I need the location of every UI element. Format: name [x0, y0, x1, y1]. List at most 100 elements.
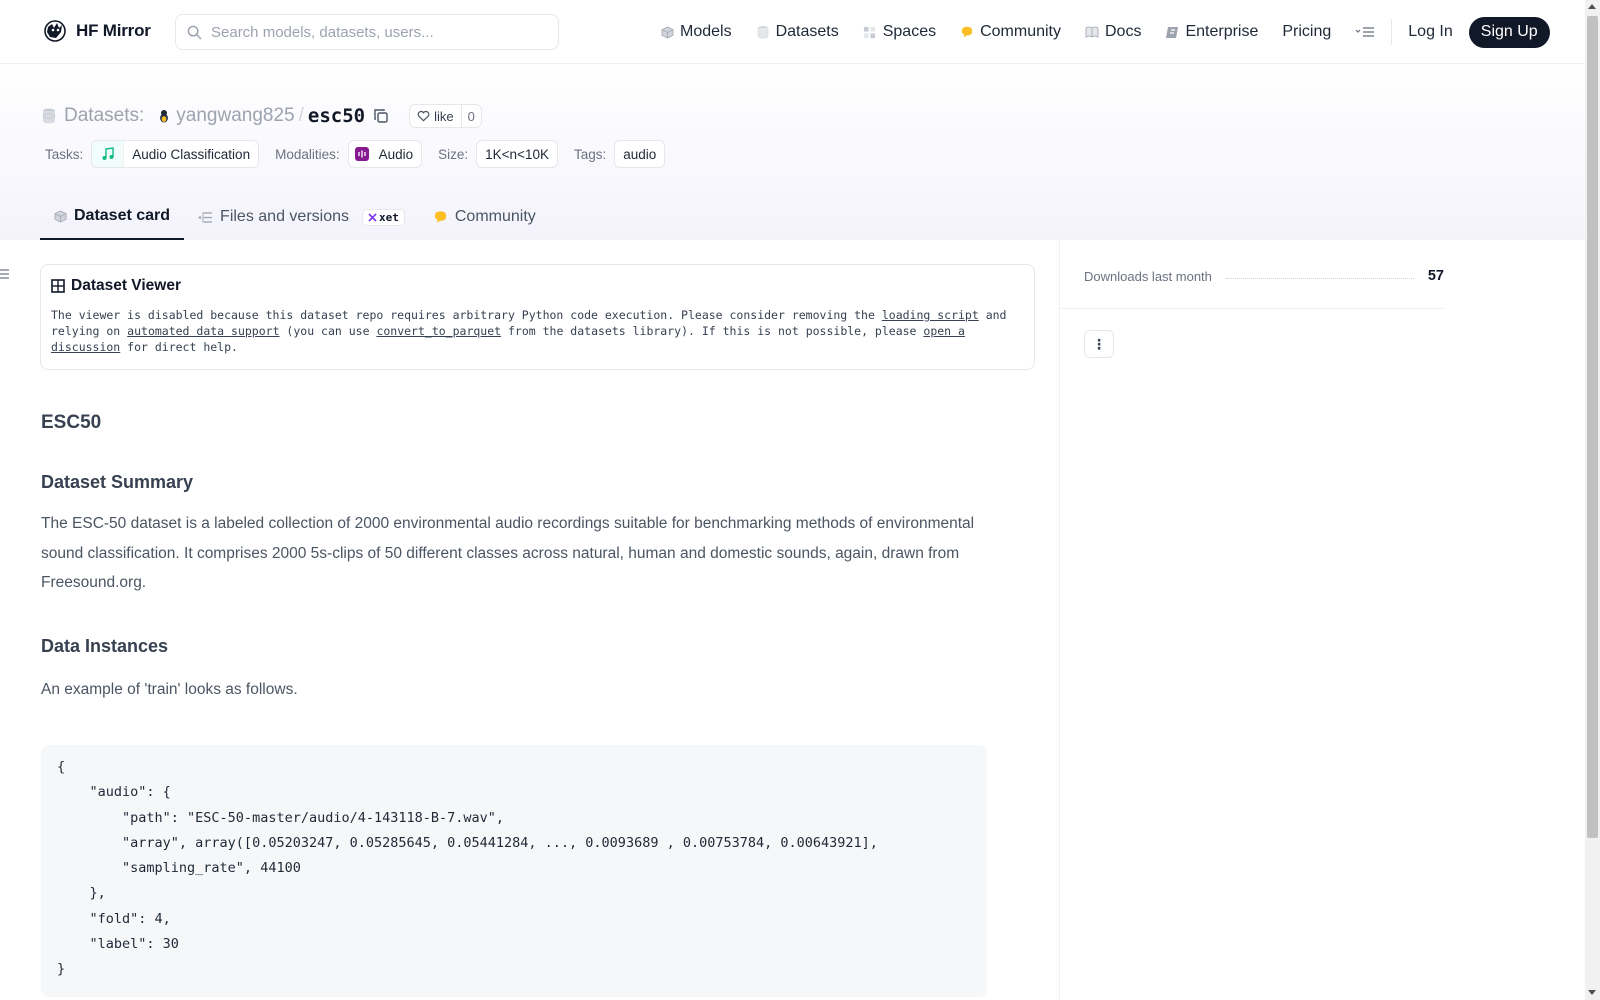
- tab-label: Community: [454, 208, 536, 225]
- more-options-button[interactable]: ⋮: [1084, 330, 1114, 358]
- grid-icon: [863, 25, 877, 39]
- tasks-label: Tasks:: [45, 146, 84, 162]
- like-action[interactable]: like: [410, 105, 462, 127]
- size-label: Size:: [438, 146, 469, 162]
- menu-list-icon: [1355, 25, 1375, 39]
- tag-text: Audio: [378, 146, 414, 162]
- breadcrumb: Datasets: yangwang825 / esc50 like 0: [42, 104, 482, 128]
- nav-link-label: Datasets: [775, 23, 839, 40]
- downloads-label: Downloads last month: [1084, 268, 1212, 284]
- nav-link-datasets[interactable]: Datasets: [756, 23, 839, 41]
- viewer-title-row: Dataset Viewer: [51, 277, 1024, 295]
- section-label[interactable]: Datasets:: [64, 105, 144, 127]
- dataset-header: Datasets: yangwang825 / esc50 like 0 Tas…: [0, 64, 1585, 240]
- xet-badge: xet: [362, 208, 405, 226]
- top-navbar: HF Mirror Models Datasets Spaces: [0, 0, 1585, 64]
- audio-wave-icon: [348, 141, 375, 167]
- enterprise-icon: [1165, 25, 1179, 39]
- tag-bar: Tasks: Audio Classification Modalities: …: [45, 140, 681, 168]
- table-icon: [51, 279, 65, 293]
- viewer-title: Dataset Viewer: [71, 277, 181, 294]
- summary-heading: Dataset Summary: [41, 472, 194, 492]
- scroll-up-arrow-icon[interactable]: [1588, 4, 1596, 9]
- brand-logo[interactable]: HF Mirror: [42, 18, 151, 44]
- nav-link-label: Community: [980, 23, 1061, 40]
- user-avatar: [160, 110, 169, 123]
- modalities-label: Modalities:: [275, 146, 340, 162]
- viewer-msg-text: The viewer is disabled because this data…: [51, 308, 882, 322]
- tag-text: audio: [623, 146, 657, 162]
- tab-community[interactable]: Community: [419, 194, 550, 240]
- nav-links: Models Datasets Spaces Community Docs En…: [660, 16, 1550, 48]
- dotted-leader: [1225, 277, 1414, 279]
- database-icon: [756, 25, 770, 39]
- nav-link-label: Docs: [1105, 23, 1142, 40]
- tag-text: 1K<n<10K: [485, 146, 549, 162]
- tag-text: Audio Classification: [132, 146, 251, 162]
- like-count[interactable]: 0: [462, 109, 481, 124]
- code-example: { "audio": { "path": "ESC-50-master/audi…: [57, 759, 878, 978]
- dataset-viewer-panel: Dataset Viewer The viewer is disabled be…: [40, 264, 1035, 370]
- files-tree-icon: [198, 211, 213, 223]
- sidebar-divider-vertical: [1059, 240, 1060, 1000]
- page-scrollbar[interactable]: [1585, 0, 1600, 1000]
- viewer-msg-text: (you can use: [279, 324, 377, 338]
- tab-files-and-versions[interactable]: Files and versions xet: [184, 194, 419, 240]
- tag-audio[interactable]: audio: [614, 140, 666, 168]
- nav-divider: [1391, 19, 1393, 45]
- viewer-message: The viewer is disabled because this data…: [51, 307, 1024, 355]
- book-icon: [1085, 25, 1099, 39]
- dataset-tabs: Dataset card Files and versions xet Comm…: [40, 194, 550, 240]
- nav-link-docs[interactable]: Docs: [1085, 23, 1141, 41]
- card-title: ESC50: [41, 412, 102, 433]
- nav-link-pricing[interactable]: Pricing: [1282, 23, 1331, 41]
- toc-toggle-icon[interactable]: [0, 268, 9, 283]
- automated-data-support-link[interactable]: automated data support: [127, 324, 279, 338]
- music-note-icon: [92, 141, 125, 167]
- summary-text: The ESC-50 dataset is a labeled collecti…: [41, 515, 975, 591]
- downloads-value: 57: [1427, 268, 1444, 284]
- search-box[interactable]: [175, 14, 559, 50]
- heart-icon: [417, 110, 430, 122]
- xet-badge-text: xet: [379, 210, 399, 224]
- search-input[interactable]: [211, 23, 541, 41]
- viewer-msg-text: from the datasets library). If this is n…: [501, 324, 924, 338]
- like-button[interactable]: like 0: [409, 104, 482, 128]
- community-icon: [434, 211, 446, 223]
- login-link[interactable]: Log In: [1408, 23, 1452, 41]
- tag-task-audio-classification[interactable]: Audio Classification: [91, 140, 260, 168]
- convert-to-parquet-link[interactable]: convert_to_parquet: [376, 324, 501, 338]
- instances-heading: Data Instances: [41, 635, 169, 656]
- brand-name: HF Mirror: [76, 21, 151, 40]
- tag-modality-audio[interactable]: Audio: [347, 140, 423, 168]
- nav-link-models[interactable]: Models: [660, 23, 732, 41]
- more-menu-button[interactable]: [1355, 25, 1375, 39]
- tab-label: Files and versions: [220, 208, 349, 225]
- dataset-name[interactable]: esc50: [308, 105, 365, 127]
- nav-link-enterprise[interactable]: Enterprise: [1165, 23, 1258, 41]
- dataset-owner[interactable]: yangwang825: [176, 105, 294, 127]
- nav-link-spaces[interactable]: Spaces: [863, 23, 936, 41]
- nav-link-label: Enterprise: [1185, 23, 1259, 40]
- like-label: like: [434, 108, 454, 124]
- database-icon: [42, 108, 56, 124]
- instances-text: An example of 'train' looks as follows.: [41, 680, 298, 698]
- nav-link-community[interactable]: Community: [960, 23, 1061, 41]
- code-block: { "audio": { "path": "ESC-50-master/audi…: [41, 745, 987, 997]
- dataset-card-content: ESC50 Dataset Summary The ESC-50 dataset…: [41, 400, 1001, 704]
- tab-dataset-card[interactable]: Dataset card: [40, 194, 185, 240]
- scrollbar-thumb[interactable]: [1587, 16, 1598, 838]
- tag-size[interactable]: 1K<n<10K: [476, 140, 558, 168]
- downloads-stat: Downloads last month 57: [1084, 268, 1444, 284]
- sidebar-divider: [1060, 308, 1444, 309]
- nav-link-label: Spaces: [882, 23, 937, 40]
- signup-button[interactable]: Sign Up: [1468, 16, 1550, 48]
- scroll-down-arrow-icon[interactable]: [1588, 990, 1596, 995]
- nav-link-label: Pricing: [1282, 23, 1332, 40]
- tags-label: Tags:: [573, 146, 607, 162]
- kebab-icon: ⋮: [1092, 335, 1106, 352]
- cube-icon: [660, 25, 674, 39]
- tab-label: Dataset card: [74, 207, 171, 224]
- copy-icon[interactable]: [373, 108, 389, 124]
- loading-script-link[interactable]: loading script: [882, 308, 979, 322]
